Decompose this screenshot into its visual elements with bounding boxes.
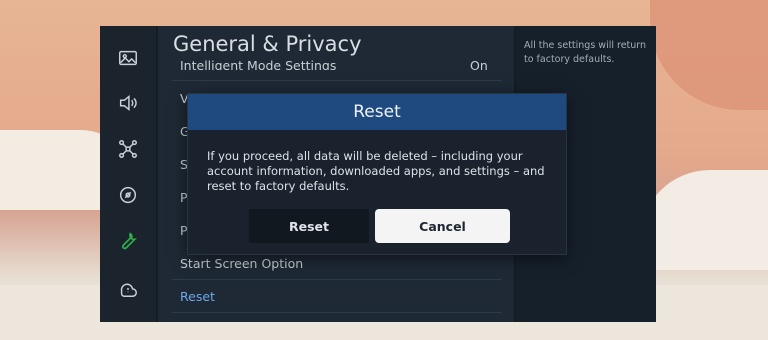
dialog-header: Reset (188, 94, 566, 130)
wallpaper-shape (640, 170, 768, 270)
menu-item-intelligent-mode[interactable]: Intelligent Mode Settings (180, 58, 336, 70)
menu-item[interactable]: P (180, 223, 188, 238)
divider (172, 80, 502, 81)
support-icon[interactable] (116, 276, 140, 300)
connection-icon[interactable] (116, 137, 140, 161)
menu-item-reset[interactable]: Reset (180, 289, 215, 304)
menu-item[interactable]: P (180, 190, 188, 205)
menu-item[interactable]: S (180, 157, 188, 172)
menu-item-value: On (470, 58, 488, 73)
wallpaper-shape (650, 0, 768, 110)
page-title: General & Privacy (173, 32, 362, 56)
wrench-icon[interactable] (116, 229, 140, 253)
dialog-title: Reset (353, 102, 401, 122)
dialog-message: If you proceed, all data will be deleted… (207, 149, 545, 193)
sound-icon[interactable] (116, 91, 140, 115)
divider (172, 279, 502, 280)
help-text: All the settings will return to factory … (524, 40, 647, 65)
picture-icon[interactable] (116, 46, 140, 70)
cancel-button[interactable]: Cancel (375, 209, 510, 243)
broadcast-icon[interactable] (116, 183, 140, 207)
menu-item-start-screen-option[interactable]: Start Screen Option (180, 256, 303, 271)
reset-button[interactable]: Reset (249, 209, 369, 243)
divider (172, 312, 502, 313)
